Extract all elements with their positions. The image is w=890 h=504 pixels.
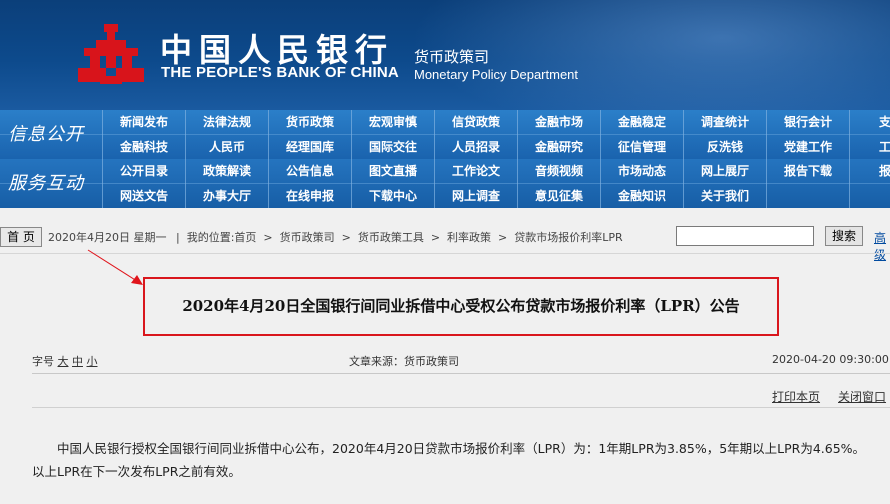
nav-item[interactable]: 金融知识 — [601, 184, 683, 208]
nav-column-divider — [517, 110, 518, 208]
close-window-link[interactable]: 关闭窗口 — [838, 388, 886, 405]
nav-item[interactable]: 金融研究 — [518, 135, 600, 159]
nav-item[interactable]: 下载中心 — [352, 184, 434, 208]
nav-column-divider — [102, 110, 103, 208]
department-name-en: Monetary Policy Department — [414, 67, 579, 82]
breadcrumb: | 我的位置:首页 > 货币政策司 > 货币政策工具 > 利率政策 > 贷款市场… — [176, 231, 623, 244]
nav-item[interactable]: 信贷政策 — [435, 110, 517, 134]
breadcrumb-lpr[interactable]: 贷款市场报价利率LPR — [514, 231, 622, 244]
home-button[interactable]: 首 页 — [0, 227, 42, 247]
article-source: 文章来源：货币政策司 — [349, 355, 459, 368]
toolbar-divider — [0, 253, 890, 254]
nav-item[interactable]: 市场动态 — [601, 159, 683, 183]
font-size-label: 字号 — [32, 355, 54, 368]
article-datetime: 2020-04-20 09:30:00 — [772, 353, 889, 366]
nav-item[interactable]: 在线申报 — [269, 184, 351, 208]
nav-item[interactable]: 反洗钱 — [684, 135, 766, 159]
nav-item[interactable]: 法律法规 — [186, 110, 268, 134]
article-title-box: 2020年4月20日全国银行间同业拆借中心受权公布贷款市场报价利率（LPR）公告 — [143, 277, 779, 336]
current-date: 2020年4月20日 星期一 — [48, 231, 167, 244]
nav-item[interactable]: 意见征集 — [518, 184, 600, 208]
nav-item[interactable]: 网上调查 — [435, 184, 517, 208]
nav-item[interactable]: 宏观审慎 — [352, 110, 434, 134]
font-size-control: 字号 大 中 小 — [32, 353, 98, 369]
nav-item[interactable]: 经理国库 — [269, 135, 351, 159]
pboc-logo-icon — [78, 24, 144, 84]
nav-item[interactable]: 支付 — [850, 110, 890, 134]
nav-item[interactable]: 办事大厅 — [186, 184, 268, 208]
font-size-medium[interactable]: 中 — [72, 355, 83, 368]
nav-item[interactable]: 工作论文 — [435, 159, 517, 183]
font-size-small[interactable]: 小 — [87, 355, 98, 368]
nav-item[interactable]: 银行会计 — [767, 110, 849, 134]
breadcrumb-home[interactable]: 首页 — [234, 231, 256, 244]
nav-column-divider — [683, 110, 684, 208]
search-button[interactable]: 搜索 — [825, 226, 863, 246]
tools-divider — [32, 407, 890, 408]
nav-item[interactable]: 征信管理 — [601, 135, 683, 159]
nav-item[interactable]: 政策解读 — [186, 159, 268, 183]
nav-item[interactable]: 工会 — [850, 135, 890, 159]
nav-title-info: 信息公开 — [8, 124, 84, 145]
meta-divider — [32, 373, 890, 374]
bank-name-en: THE PEOPLE'S BANK OF CHINA — [161, 64, 399, 81]
nav-column-divider — [351, 110, 352, 208]
nav-item[interactable]: 调查统计 — [684, 110, 766, 134]
nav-item[interactable]: 新闻发布 — [103, 110, 185, 134]
location-prefix: 我的位置: — [186, 231, 235, 244]
breadcrumb-tools[interactable]: 货币政策工具 — [358, 231, 424, 244]
nav-item[interactable]: 货币政策 — [269, 110, 351, 134]
nav-item[interactable]: 音频视频 — [518, 159, 600, 183]
nav-column-divider — [434, 110, 435, 208]
nav-item[interactable]: 报告下载 — [767, 159, 849, 183]
article-title: 2020年4月20日全国银行间同业拆借中心受权公布贷款市场报价利率（LPR）公告 — [182, 297, 740, 315]
article-body: 中国人民银行授权全国银行间同业拆借中心公布，2020年4月20日贷款市场报价利率… — [32, 441, 866, 479]
print-link[interactable]: 打印本页 — [772, 388, 820, 405]
nav-item[interactable]: 公告信息 — [269, 159, 351, 183]
nav-item[interactable]: 金融市场 — [518, 110, 600, 134]
font-size-large[interactable]: 大 — [58, 355, 69, 368]
breadcrumb-rate-policy[interactable]: 利率政策 — [447, 231, 491, 244]
nav-item[interactable]: 关于我们 — [684, 184, 766, 208]
nav-title-service: 服务互动 — [8, 173, 84, 194]
breadcrumb-dept[interactable]: 货币政策司 — [280, 231, 335, 244]
nav-item[interactable]: 网送文告 — [103, 184, 185, 208]
nav-item[interactable]: 网上展厅 — [684, 159, 766, 183]
advanced-search-link[interactable]: 高级 — [874, 229, 890, 263]
nav-item[interactable]: 图文直播 — [352, 159, 434, 183]
nav-item[interactable]: 金融科技 — [103, 135, 185, 159]
nav-column-divider — [268, 110, 269, 208]
nav-item[interactable]: 党建工作 — [767, 135, 849, 159]
department-name-cn: 货币政策司 — [414, 48, 490, 66]
nav-item[interactable]: 国际交往 — [352, 135, 434, 159]
nav-item[interactable]: 人民币 — [186, 135, 268, 159]
nav-column-divider — [849, 110, 850, 208]
arrow-head-icon — [131, 275, 143, 285]
nav-column-divider — [600, 110, 601, 208]
nav-item[interactable]: 报刊 — [850, 159, 890, 183]
arrow-line — [87, 249, 141, 284]
site-banner: 中国人民银行 THE PEOPLE'S BANK OF CHINA 货币政策司 … — [0, 0, 890, 110]
nav-column-divider — [185, 110, 186, 208]
nav-item[interactable]: 公开目录 — [103, 159, 185, 183]
search-input[interactable] — [676, 226, 814, 246]
nav-item[interactable]: 金融稳定 — [601, 110, 683, 134]
nav-column-divider — [766, 110, 767, 208]
nav-item[interactable]: 人员招录 — [435, 135, 517, 159]
